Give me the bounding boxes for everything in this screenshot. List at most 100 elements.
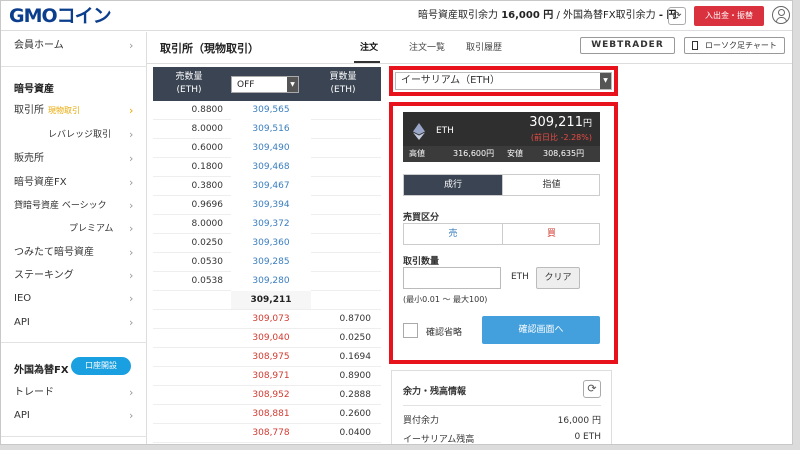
sell-qty: 0.0538 (191, 276, 224, 286)
quantity-input[interactable] (403, 267, 501, 289)
buy-order-row[interactable]: 308,975 0.1694 (153, 348, 381, 367)
order-book-header: 売数量 (ETH) OFF ▼ 買数量 (ETH) (153, 67, 381, 101)
chevron-right-icon: › (129, 39, 134, 52)
eth-balance-value: 0 ETH (574, 432, 601, 442)
limit-order-button[interactable]: 指値 (502, 175, 600, 195)
refresh-icon[interactable]: ⟳ (583, 380, 601, 398)
gmo-coin-logo[interactable]: GMOコイン (9, 5, 112, 27)
header-label: 売数量 (175, 72, 203, 82)
sidebar-item-exchange[interactable]: 取引所 現物取引 › (1, 100, 147, 122)
sell-order-row[interactable]: 0.0250 309,360 (153, 234, 381, 253)
sidebar-item-label: 取引所 (14, 105, 44, 116)
divider (1, 436, 147, 437)
sell-order-row[interactable]: 0.8800 309,565 (153, 101, 381, 120)
market-order-button[interactable]: 成行 (404, 175, 502, 195)
asset-select-value: イーサリアム（ETH） (401, 75, 501, 86)
sidebar-item-leverage[interactable]: レバレッジ取引 › (1, 124, 147, 146)
sidebar-item-tsumitate[interactable]: つみたて暗号資産 › (1, 242, 147, 264)
asset-select[interactable]: イーサリアム（ETH） ▼ (395, 72, 612, 90)
sidebar-item-fx-api[interactable]: API › (1, 405, 147, 427)
sell-order-row[interactable]: 0.6000 309,490 (153, 139, 381, 158)
sidebar-item-label: 販売所 (14, 153, 44, 164)
sidebar-item-lending-basic[interactable]: 貸暗号資産 ベーシック › (1, 195, 147, 217)
chevron-right-icon: › (129, 176, 134, 189)
eth-balance-label: イーサリアム残高 (403, 435, 475, 445)
header-label: 買数量 (329, 72, 357, 82)
webtrader-button[interactable]: WEBTRADER (580, 37, 675, 54)
sidebar-item-label: つみたて暗号資産 (14, 247, 94, 258)
buy-qty: 0.2600 (339, 409, 372, 419)
buy-order-row[interactable]: 309,073 0.8700 (153, 310, 381, 329)
buy-qty: 1.7900 (313, 443, 371, 444)
sidebar-item-staking[interactable]: ステーキング › (1, 265, 147, 287)
tab-order[interactable]: 注文 (360, 40, 378, 53)
buy-button[interactable]: 買 (502, 224, 600, 244)
mid-price-row[interactable]: 309,211 (153, 291, 381, 310)
skip-confirm-checkbox[interactable] (403, 323, 418, 338)
candlestick-icon (692, 41, 698, 50)
candlestick-chart-button[interactable]: ローソク足チャート (684, 37, 785, 54)
buy-order-row[interactable]: 308,778 0.0400 (153, 424, 381, 443)
sell-price: 309,372 (231, 215, 311, 234)
divider (1, 66, 147, 67)
sell-order-row[interactable]: 0.3800 309,467 (153, 177, 381, 196)
user-icon[interactable] (772, 6, 790, 24)
chevron-right-icon: › (129, 316, 134, 329)
balance-panel-title: 余力・残高情報 (403, 387, 467, 397)
sell-qty: 8.0000 (191, 219, 224, 229)
price-ticker: ETH 309,211円 (前日比 -2.28%) 高値 316,600円 安値… (403, 112, 600, 162)
high-value: 316,600円 (453, 149, 495, 158)
refresh-icon[interactable]: ⟳ (668, 7, 686, 25)
sidebar-item-crypto-fx[interactable]: 暗号資産FX › (1, 172, 147, 194)
skip-confirm-label: 確認省略 (426, 328, 463, 338)
buy-qty: 0.1694 (339, 352, 372, 362)
chevron-right-icon: › (129, 269, 134, 282)
order-form: ETH 309,211円 (前日比 -2.28%) 高値 316,600円 安値… (389, 102, 618, 364)
sell-price: 309,468 (231, 158, 311, 177)
buy-price: 308,737 (231, 443, 311, 444)
eth-balance-row: イーサリアム残高 0 ETH (403, 432, 601, 445)
buy-order-row[interactable]: 308,7371.7900 (153, 443, 381, 444)
buy-order-row[interactable]: 309,040 0.0250 (153, 329, 381, 348)
tab-history[interactable]: 取引履歴 (466, 40, 502, 53)
sell-order-row[interactable]: 0.0530 309,285 (153, 253, 381, 272)
sidebar-item-api[interactable]: API › (1, 312, 147, 334)
chevron-right-icon: › (129, 386, 134, 399)
buy-order-row[interactable]: 308,952 0.2888 (153, 386, 381, 405)
sell-order-row[interactable]: 0.0538 309,280 (153, 272, 381, 291)
sell-price: 309,490 (231, 139, 311, 158)
buy-power-row: 買付余力 16,000 円 (403, 413, 601, 426)
chevron-right-icon: › (129, 104, 134, 117)
buy-qty: 0.8900 (339, 371, 372, 381)
sidebar-item-ieo[interactable]: IEO › (1, 288, 147, 310)
tab-order-list[interactable]: 注文一覧 (409, 40, 445, 53)
sell-order-row[interactable]: 0.1800 309,468 (153, 158, 381, 177)
header-unit: (ETH) (176, 85, 202, 95)
ticker-price-value: 309,211 (529, 115, 583, 130)
sell-price: 309,360 (231, 234, 311, 253)
sell-order-row[interactable]: 0.9696 309,394 (153, 196, 381, 215)
buy-price: 308,975 (252, 352, 290, 362)
app-window: GMOコイン 暗号資産取引余力 16,000 円 / 外国為替FX取引余力 - … (0, 0, 793, 445)
sell-button[interactable]: 売 (404, 224, 502, 244)
mid-price: 309,211 (250, 295, 292, 305)
buy-price: 308,778 (252, 428, 290, 438)
buy-order-row[interactable]: 308,971 0.8900 (153, 367, 381, 386)
chevron-right-icon: › (129, 128, 134, 141)
sidebar-item-sublabel: 現物取引 (48, 106, 80, 115)
sidebar-item-trade[interactable]: トレード › (1, 382, 147, 404)
clear-button[interactable]: クリア (536, 267, 580, 289)
sidebar-item-label: プレミアム (69, 224, 114, 234)
sidebar-item-sales[interactable]: 販売所 › (1, 148, 147, 170)
sell-order-row[interactable]: 8.0000 309,372 (153, 215, 381, 234)
fx-open-account-button[interactable]: 口座開設 (71, 357, 131, 375)
sell-order-row[interactable]: 8.0000 309,516 (153, 120, 381, 139)
orderbook-filter-select[interactable]: OFF ▼ (231, 76, 299, 93)
asset-select-highlight: イーサリアム（ETH） ▼ (389, 66, 618, 96)
sidebar-item-premium[interactable]: プレミアム › (1, 218, 147, 240)
sell-qty-header: 売数量 (ETH) (163, 71, 215, 97)
confirm-button[interactable]: 確認画面へ (482, 316, 600, 344)
sidebar-item-member-home[interactable]: 会員ホーム › (1, 35, 147, 57)
buy-order-row[interactable]: 308,881 0.2600 (153, 405, 381, 424)
deposit-transfer-button[interactable]: 入出金・振替 (694, 6, 764, 26)
